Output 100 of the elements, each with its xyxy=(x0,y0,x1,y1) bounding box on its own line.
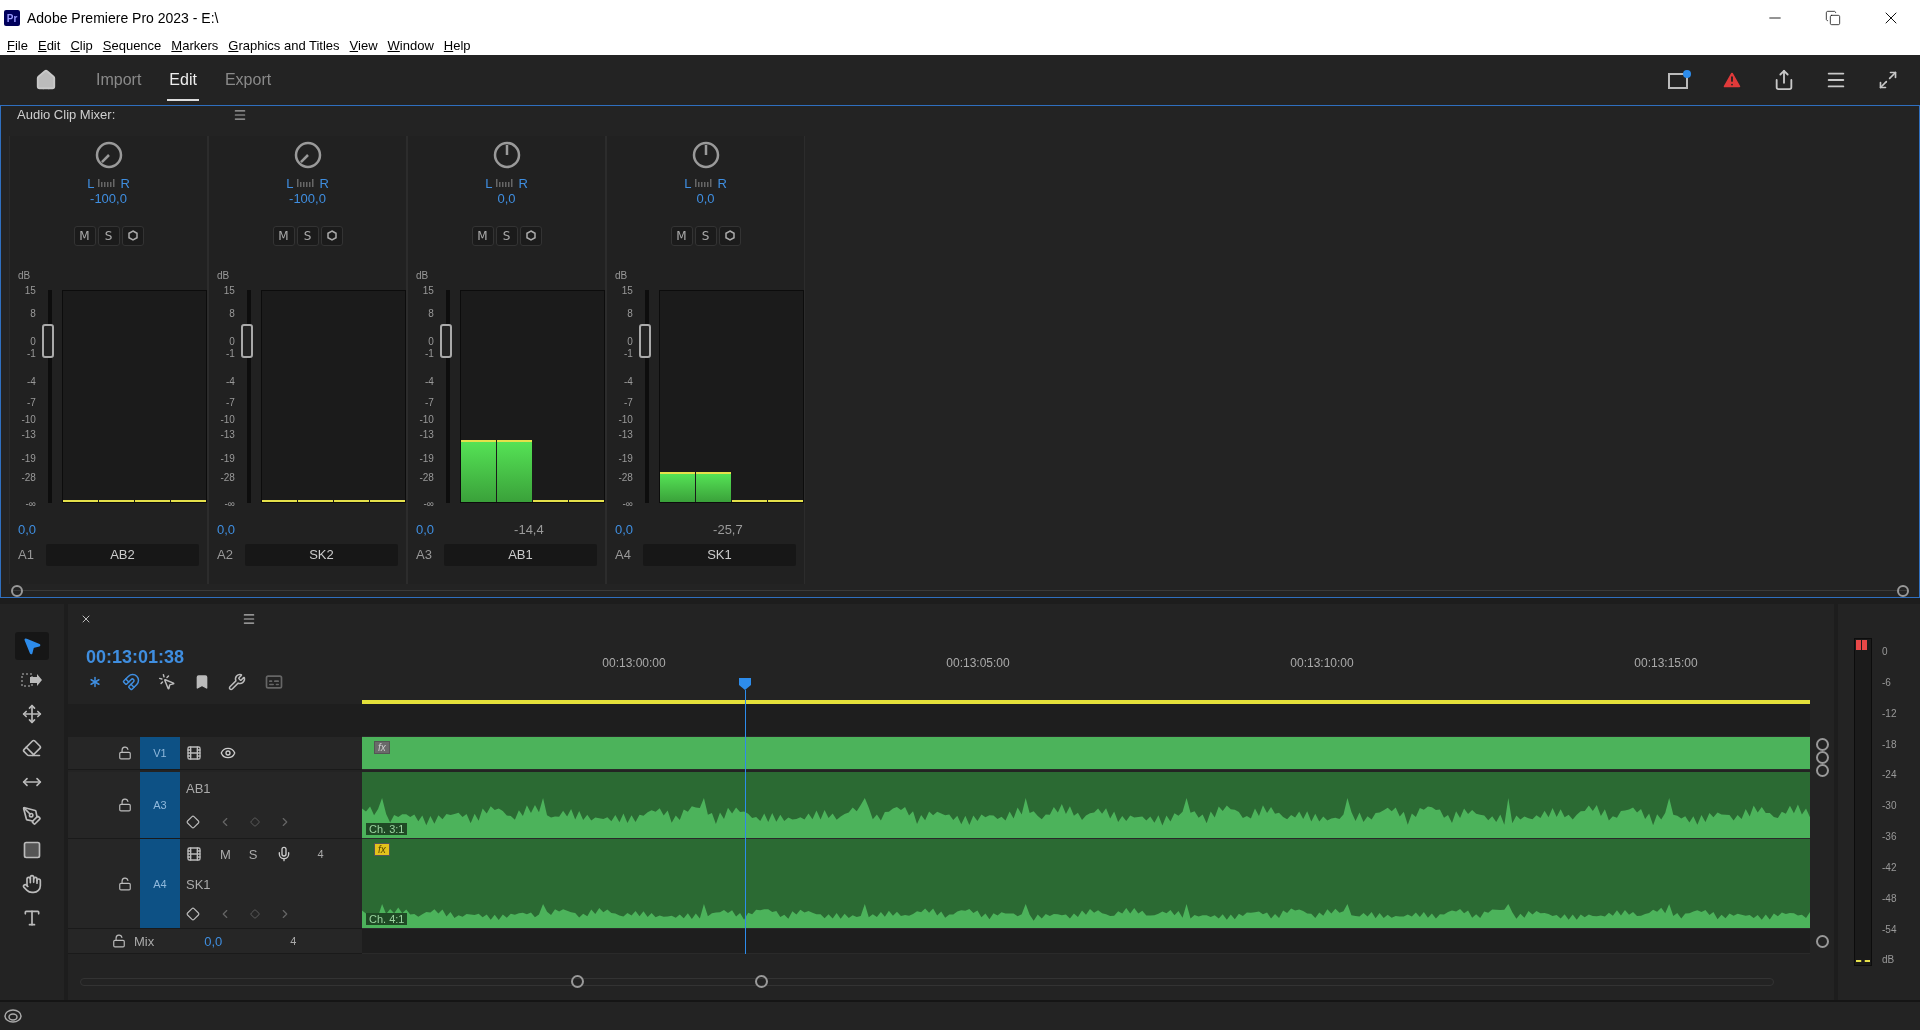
db-label: dB xyxy=(416,269,429,281)
record-button[interactable] xyxy=(718,225,741,246)
panel-menu-icon[interactable] xyxy=(242,612,256,626)
audio-clip[interactable]: fx Ch. 4:1 xyxy=(362,839,1810,928)
scale-label: -4 xyxy=(424,375,434,387)
mute-button[interactable]: M xyxy=(471,225,494,246)
scale-label: 15 xyxy=(422,284,434,296)
scale-label: -10 xyxy=(220,413,235,425)
track-target[interactable]: A3 xyxy=(140,772,180,838)
keyframe-icon[interactable] xyxy=(186,814,200,829)
wrench-icon[interactable] xyxy=(228,672,246,691)
scale-label: 8 xyxy=(428,307,434,319)
mute-button[interactable]: M xyxy=(670,225,693,246)
scale-label: 0 xyxy=(428,335,434,347)
scale-label: 8 xyxy=(627,307,633,319)
tool-button[interactable] xyxy=(15,632,49,660)
record-button[interactable] xyxy=(320,225,343,246)
workspace-tab[interactable]: Export xyxy=(222,59,274,101)
pan-value: 0,0 xyxy=(696,190,715,206)
video-clip[interactable]: fx xyxy=(362,737,1810,769)
scale-label: dB xyxy=(1882,953,1895,965)
eye-icon[interactable] xyxy=(220,745,236,761)
volume-value[interactable]: 0,0 xyxy=(615,522,634,538)
track-name: Mix xyxy=(134,933,155,949)
fader-thumb[interactable] xyxy=(240,323,253,358)
menu-item[interactable]: Edit xyxy=(32,37,66,53)
solo-button[interactable]: S xyxy=(248,846,258,862)
mute-button[interactable]: M xyxy=(73,225,96,246)
close-icon[interactable] xyxy=(80,613,92,625)
film-icon[interactable] xyxy=(186,745,202,761)
menu-item[interactable]: Clip xyxy=(65,37,98,53)
menu-item[interactable]: Help xyxy=(438,37,476,53)
lock-icon[interactable] xyxy=(118,798,132,812)
playhead-icon[interactable] xyxy=(739,678,751,690)
scale-label: -1 xyxy=(26,347,36,359)
menu-item[interactable]: Sequence xyxy=(97,37,167,53)
pan-knob[interactable] xyxy=(491,139,522,170)
creative-cloud-icon[interactable] xyxy=(4,1009,22,1023)
fader-thumb[interactable] xyxy=(439,323,452,358)
move-arrows-icon xyxy=(22,704,42,724)
lock-icon[interactable] xyxy=(112,934,126,948)
pan-knob[interactable] xyxy=(93,139,124,170)
volume-value[interactable]: 0,0 xyxy=(416,522,435,538)
solo-button[interactable]: S xyxy=(296,225,319,246)
scale-label: -28 xyxy=(419,471,434,483)
volume-value[interactable]: 0,0 xyxy=(18,522,37,538)
solo-button[interactable]: S xyxy=(97,225,120,246)
scale-label: -28 xyxy=(21,471,36,483)
track-name-field[interactable]: AB1 xyxy=(444,543,597,566)
linked-selection-icon[interactable] xyxy=(158,672,176,691)
mute-button[interactable]: M xyxy=(220,846,231,862)
track-name-field[interactable]: SK2 xyxy=(245,543,398,566)
mix-volume[interactable]: 0,0 xyxy=(204,933,223,949)
restore-icon[interactable] xyxy=(1825,10,1841,26)
lock-icon[interactable] xyxy=(118,876,132,891)
channel-count: 4 xyxy=(290,935,297,947)
window-title: Adobe Premiere Pro 2023 - E:\ xyxy=(27,10,220,26)
scale-label: -28 xyxy=(220,471,235,483)
timecode[interactable]: 00:13:01:38 xyxy=(86,646,362,668)
track-name-field[interactable]: AB2 xyxy=(46,543,199,566)
solo-button[interactable]: S xyxy=(694,225,717,246)
clip-indicator xyxy=(1855,639,1868,651)
track-label: A3 xyxy=(415,547,433,563)
marker-icon[interactable] xyxy=(194,673,210,690)
fader-thumb[interactable] xyxy=(638,323,651,358)
solo-button[interactable]: S xyxy=(495,225,518,246)
menu-item[interactable]: Graphics and Titles xyxy=(223,37,345,53)
hand-icon xyxy=(22,874,42,894)
workspace-tab[interactable]: Edit xyxy=(167,59,199,101)
scale-label: -18 xyxy=(1882,738,1897,750)
scale-label: -4 xyxy=(623,375,633,387)
menu-item[interactable]: View xyxy=(344,37,383,53)
scale-label: -10 xyxy=(21,413,36,425)
clip-label: Ch. 3:1 xyxy=(366,823,408,835)
film-icon[interactable] xyxy=(186,846,202,863)
keyframe-icon[interactable] xyxy=(186,906,200,921)
record-button[interactable] xyxy=(519,225,542,246)
scale-label: -42 xyxy=(1882,861,1897,873)
volume-value[interactable]: 0,0 xyxy=(217,522,236,538)
menu-item[interactable]: Markers xyxy=(166,37,224,53)
fader-thumb[interactable] xyxy=(41,323,54,358)
scale-label: 0 xyxy=(229,335,235,347)
menu-item[interactable]: Window xyxy=(382,37,439,53)
workspace-tab[interactable]: Import xyxy=(94,59,144,101)
scale-label: 0 xyxy=(627,335,633,347)
panel-menu-icon[interactable] xyxy=(233,107,248,122)
scale-label: -13 xyxy=(21,428,36,440)
lock-icon[interactable] xyxy=(118,746,132,760)
mute-button[interactable]: M xyxy=(272,225,295,246)
scale-label: -54 xyxy=(1882,923,1897,935)
pan-knob[interactable] xyxy=(690,139,721,170)
record-button[interactable] xyxy=(121,225,144,246)
app-logo: Pr xyxy=(4,10,20,26)
track-target[interactable]: V1 xyxy=(140,737,180,769)
track-target[interactable]: A4 xyxy=(140,839,180,928)
audio-clip[interactable]: Ch. 3:1 xyxy=(362,772,1810,838)
track-name-field[interactable]: SK1 xyxy=(643,543,796,566)
magnet-icon[interactable] xyxy=(122,672,140,691)
menu-item[interactable]: File xyxy=(2,37,33,53)
pan-knob[interactable] xyxy=(292,139,323,170)
